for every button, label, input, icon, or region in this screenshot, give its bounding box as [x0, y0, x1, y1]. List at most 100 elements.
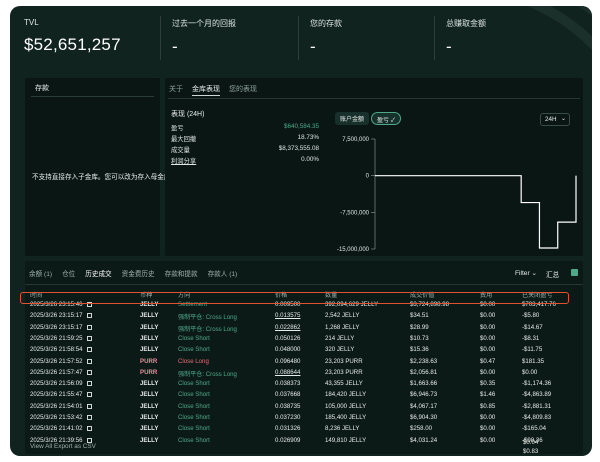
time-range-label: 24H — [545, 116, 557, 123]
external-link-icon[interactable] — [87, 358, 92, 364]
trade-fee: $0.85 — [480, 402, 496, 410]
trade-price: 0.037230 — [275, 414, 301, 421]
external-link-icon[interactable] — [87, 392, 92, 398]
tab-trade-history[interactable]: 历史成交 — [85, 268, 111, 278]
perf-value: 0.00% — [301, 156, 319, 163]
trade-time[interactable]: 2025/3/26 21:57:52 — [30, 358, 83, 365]
chevron-down-icon: ⌄ — [531, 270, 538, 277]
table-row[interactable]: 2025/3/26 21:57:47 PURR 强制平仓: Cross Long 0.… — [25, 368, 583, 379]
table-row[interactable]: 2025/3/26 23:15:17 JELLY 强制平仓: Cross Long 0… — [25, 311, 583, 322]
divider — [25, 284, 583, 285]
external-link-icon[interactable] — [87, 426, 92, 432]
table-row[interactable]: 2025/3/26 21:55:47 JELLY Close Short 0.0376… — [25, 390, 583, 401]
table-footer[interactable]: View All Export as CSV — [30, 443, 96, 450]
external-link-icon[interactable] — [87, 313, 92, 319]
trade-price: 0.088644 — [275, 368, 301, 376]
tab-positions[interactable]: 仓位 — [62, 268, 75, 278]
trade-time[interactable]: 2025/3/26 21:53:42 — [30, 414, 83, 421]
tab-depositors[interactable]: 存款人 (1) — [208, 268, 238, 278]
stat-earn-label: 总赚取金额 — [446, 19, 486, 28]
perf-value: $8,373,555.08 — [278, 145, 319, 152]
overflow-fee: $0.04 — [523, 439, 539, 446]
table-row[interactable]: 2025/3/26 21:53:42 JELLY Close Short 0.0372… — [25, 413, 583, 424]
tab-vault-performance[interactable]: 金库表现 — [192, 84, 220, 96]
trade-quantity: 149,810 JELLY — [325, 436, 367, 444]
stat-tvl-label: TVL — [24, 18, 39, 27]
tab-your-performance[interactable]: 您的表现 — [229, 84, 257, 96]
external-link-icon[interactable] — [87, 324, 92, 330]
trade-time[interactable]: 2025/3/26 23:15:17 — [30, 312, 83, 319]
account-value-toggle[interactable]: 账户金额 — [335, 112, 370, 125]
trade-closed-pnl: -$14.67 — [522, 323, 543, 331]
trade-closed-pnl: $0.00 — [522, 368, 538, 376]
external-link-icon[interactable] — [87, 335, 92, 341]
external-link-icon[interactable] — [87, 403, 92, 409]
trade-time[interactable]: 2025/3/26 21:55:47 — [30, 391, 83, 398]
y-tick-label: 7,500,000 — [342, 137, 369, 143]
tab-funding-history[interactable]: 资金费历史 — [122, 268, 155, 278]
trade-value: $4,031.24 — [410, 436, 438, 444]
table-row[interactable]: 2025/3/26 21:39:56 JELLY Close Short 0.0269… — [25, 436, 583, 447]
deposit-message: 不支持直接存入子金库。您可以改为存入母金库。 — [32, 174, 178, 181]
external-link-icon[interactable] — [87, 437, 92, 443]
trade-time[interactable]: 2025/3/26 21:57:47 — [30, 369, 83, 376]
table-row[interactable]: 2025/3/26 21:58:54 JELLY Close Short 0.0480… — [25, 345, 583, 356]
trade-time[interactable]: 2025/3/26 21:41:02 — [30, 425, 83, 432]
trade-fee: $0.47 — [480, 357, 496, 365]
trade-quantity: 2,542 JELLY — [325, 312, 360, 320]
external-link-icon[interactable] — [87, 381, 92, 387]
trade-time[interactable]: 2025/3/26 21:56:09 — [30, 380, 83, 387]
trade-direction: Close Short — [178, 391, 210, 399]
tab-deposit[interactable]: 存款 — [31, 83, 154, 97]
y-tick-label: -7,500,000 — [340, 210, 369, 216]
trade-time[interactable]: 2025/3/26 23:15:17 — [30, 324, 83, 331]
external-link-icon[interactable] — [87, 415, 92, 420]
profit-share-link[interactable]: 利润分享 — [171, 158, 196, 165]
trade-closed-pnl: -$165.04 — [522, 425, 547, 433]
trade-time[interactable]: 2025/3/26 21:59:25 — [30, 335, 83, 342]
table-row[interactable]: 2025/3/26 21:57:52 PURR Close Long 0.096480… — [25, 357, 583, 368]
trade-price: 0.022862 — [275, 323, 301, 331]
tab-balances[interactable]: 余额 (1) — [29, 268, 52, 278]
trade-direction: Close Short — [178, 380, 210, 388]
trade-fee: $0.00 — [480, 436, 496, 444]
trade-quantity: 43,355 JELLY — [325, 380, 363, 388]
trade-closed-pnl: -$11.75 — [522, 346, 543, 354]
trade-closed-pnl: $181.35 — [522, 357, 545, 365]
trade-price: 0.026909 — [275, 436, 301, 444]
trade-fee: $0.00 — [480, 368, 496, 376]
trade-direction: Close Short — [178, 425, 210, 433]
trade-time[interactable]: 2025/3/26 21:58:54 — [30, 346, 83, 353]
tab-deposits-withdrawals[interactable]: 存款和提款 — [165, 268, 198, 278]
summary-label: 汇总 — [546, 272, 560, 279]
time-range-select[interactable]: 24H ⌄ — [540, 113, 570, 126]
trade-direction: 强制平仓: Cross Long — [178, 325, 237, 333]
filter-dropdown[interactable]: Filter ⌄ — [515, 269, 537, 277]
trade-value: $2,238.63 — [410, 357, 438, 365]
trade-price: 0.096480 — [275, 357, 301, 365]
table-row[interactable]: 2025/3/26 21:41:02 JELLY Close Short 0.0313… — [25, 424, 583, 435]
table-row[interactable]: 2025/3/26 21:59:25 JELLY Close Short 0.0501… — [25, 334, 583, 345]
trade-direction: Close Short — [178, 414, 210, 421]
external-link-icon[interactable] — [87, 347, 92, 353]
external-link-icon[interactable] — [87, 369, 92, 375]
trade-closed-pnl: -$2,881.31 — [522, 402, 552, 410]
settlement-row-highlight — [20, 292, 569, 304]
check-icon: ✓ — [390, 118, 395, 124]
trade-price: 0.038735 — [275, 402, 301, 410]
trade-quantity: 320 JELLY — [325, 346, 355, 354]
table-row[interactable]: 2025/3/26 21:56:09 JELLY Close Short 0.0383… — [25, 379, 583, 390]
trade-value: $15.36 — [410, 346, 429, 354]
stat-divider — [434, 16, 435, 60]
trade-fee: $0.00 — [480, 414, 496, 421]
stat-deposit-label: 您的存款 — [310, 19, 342, 28]
summary-checkbox[interactable] — [571, 269, 578, 276]
pnl-toggle[interactable]: 盈亏 ✓ — [371, 112, 401, 125]
table-row[interactable]: 2025/3/26 23:15:17 JELLY 强制平仓: Cross Long 0… — [25, 323, 583, 334]
table-row[interactable]: 2025/3/26 21:54:01 JELLY Close Short 0.0387… — [25, 402, 583, 413]
trade-price: 0.013575 — [275, 312, 301, 320]
trade-quantity: 184,420 JELLY — [325, 391, 367, 399]
pnl-toggle-label: 盈亏 — [377, 118, 390, 124]
tab-about[interactable]: 关于 — [169, 84, 183, 96]
trade-time[interactable]: 2025/3/26 21:54:01 — [30, 403, 83, 410]
